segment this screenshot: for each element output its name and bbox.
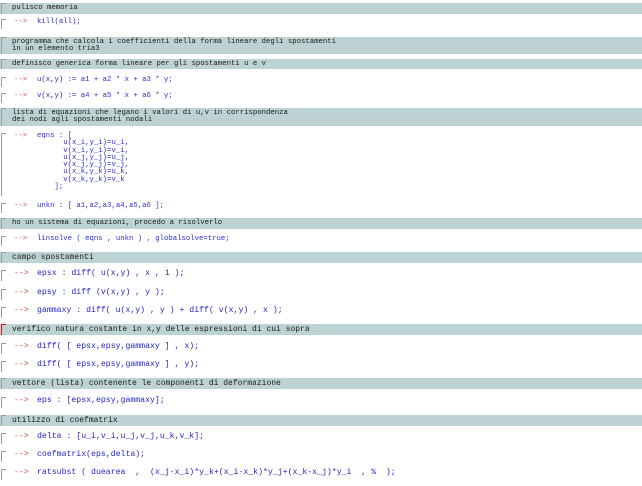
cell-bracket[interactable] [1, 415, 6, 426]
comment-text: definisco generica forma lineare per gli… [12, 60, 266, 68]
input-cell[interactable]: --> kill(all); [0, 18, 642, 29]
text-cell-background: verifico natura costante in x,y delle es… [0, 324, 642, 335]
input-prompt: --> [14, 342, 29, 351]
text-cell-background: lista di equazioni che legano i valori d… [0, 108, 642, 126]
comment-text: campo spostamenti [12, 253, 94, 262]
input-cell[interactable]: --> v(x,y) := a4 + a5 * x + a6 * y; [0, 92, 642, 103]
text-cell[interactable]: vettore (lista) contenente le componenti… [0, 378, 642, 389]
input-cell[interactable]: --> unkn : [ a1,a2,a3,a4,a5,a6 ]; [0, 202, 642, 213]
input-cell[interactable]: --> epsy : diff (v(x,y) , y ); [0, 288, 642, 300]
cell-bracket[interactable] [1, 37, 6, 54]
cell-bracket-active[interactable] [1, 324, 6, 335]
code-input[interactable]: unkn : [ a1,a2,a3,a4,a5,a6 ]; [37, 202, 164, 210]
input-prompt: --> [14, 288, 29, 297]
input-prompt: --> [14, 202, 28, 210]
cell-bracket[interactable] [1, 77, 6, 87]
comment-text: utilizzo di coefmatrix [12, 416, 118, 425]
comment-text: programma che calcola i coefficienti del… [12, 38, 337, 54]
text-cell[interactable]: definisco generica forma lineare per gli… [0, 59, 642, 69]
code-input[interactable]: epsy : diff (v(x,y) , y ); [37, 288, 165, 297]
code-input[interactable]: eqns : [ u(x_i,y_i)=u_i, v(x_i,y_i)=v_i,… [37, 132, 129, 191]
cell-bracket[interactable] [1, 59, 6, 69]
input-cell[interactable]: --> linsolve ( eqns , unkn ) , globalsol… [0, 235, 642, 246]
cell-bracket[interactable] [1, 3, 6, 14]
input-prompt: --> [14, 450, 29, 459]
comment-text: ho un sistema di equazioni, procedo a ri… [12, 219, 223, 227]
text-cell-background: vettore (lista) contenente le componenti… [0, 378, 642, 389]
input-prompt: --> [14, 76, 28, 84]
code-input[interactable]: v(x,y) := a4 + a5 * x + a6 * y; [37, 92, 173, 100]
text-cell[interactable]: pulisco memoria [0, 3, 642, 14]
input-prompt: --> [14, 235, 28, 243]
text-cell-background: ho un sistema di equazioni, procedo a ri… [0, 218, 642, 229]
input-cell[interactable]: --> diff( [ epsx,epsy,gammaxy ] , y); [0, 360, 642, 372]
text-cell[interactable]: verifico natura costante in x,y delle es… [0, 324, 642, 335]
code-input[interactable]: u(x,y) := a1 + a2 * x + a3 * y; [37, 76, 173, 84]
code-input[interactable]: linsolve ( eqns , unkn ) , globalsolve=t… [37, 235, 230, 243]
input-prompt: --> [14, 269, 29, 278]
comment-text: verifico natura costante in x,y delle es… [12, 325, 310, 334]
code-input[interactable]: coefmatrix(eps,delta); [37, 450, 145, 459]
cell-bracket[interactable] [1, 218, 6, 229]
text-cell[interactable]: utilizzo di coefmatrix [0, 415, 642, 426]
input-prompt: --> [14, 132, 28, 140]
input-cell[interactable]: --> diff( [ epsx,epsy,gammaxy ] , x); [0, 342, 642, 354]
cell-bracket[interactable] [1, 343, 6, 354]
cell-bracket[interactable] [1, 451, 6, 462]
code-input[interactable]: eps : [epsx,epsy,gammaxy]; [37, 396, 165, 405]
input-cell[interactable]: --> eps : [epsx,epsy,gammaxy]; [0, 396, 642, 408]
cell-bracket[interactable] [1, 236, 6, 246]
comment-text: lista di equazioni che legano i valori d… [12, 109, 288, 125]
text-cell-background: campo spostamenti [0, 252, 642, 263]
cell-bracket[interactable] [1, 19, 6, 29]
cell-bracket[interactable] [1, 289, 6, 300]
text-cell-background: utilizzo di coefmatrix [0, 415, 642, 426]
input-cell[interactable]: --> gammaxy : diff( u(x,y) , y ) + diff(… [0, 306, 642, 318]
text-cell[interactable]: programma che calcola i coefficienti del… [0, 37, 642, 54]
input-prompt: --> [14, 306, 29, 315]
cell-bracket[interactable] [1, 270, 6, 281]
text-cell[interactable]: ho un sistema di equazioni, procedo a ri… [0, 218, 642, 229]
code-input[interactable]: gammaxy : diff( u(x,y) , y ) + diff( v(x… [37, 306, 283, 315]
cell-bracket[interactable] [1, 203, 6, 213]
input-cell[interactable]: --> u(x,y) := a1 + a2 * x + a3 * y; [0, 76, 642, 87]
cell-bracket[interactable] [1, 252, 6, 263]
text-cell-background: programma che calcola i coefficienti del… [0, 37, 642, 54]
input-prompt: --> [14, 396, 29, 405]
text-cell[interactable]: campo spostamenti [0, 252, 642, 263]
code-input[interactable]: ratsubst ( duearea , (x_j-x_i)*y_k+(x_i-… [37, 468, 396, 477]
text-cell[interactable]: lista di equazioni che legano i valori d… [0, 108, 642, 126]
code-input[interactable]: diff( [ epsx,epsy,gammaxy ] , x); [37, 342, 199, 351]
input-prompt: --> [14, 360, 29, 369]
cell-bracket[interactable] [1, 378, 6, 389]
code-input[interactable]: epsx : diff( u(x,y) , x , 1 ); [37, 269, 184, 278]
input-cell[interactable]: --> coefmatrix(eps,delta); [0, 450, 642, 462]
text-cell-background: pulisco memoria [0, 3, 642, 14]
cell-bracket[interactable] [1, 307, 6, 318]
code-input[interactable]: kill(all); [37, 18, 81, 26]
input-cell[interactable]: --> ratsubst ( duearea , (x_j-x_i)*y_k+(… [0, 468, 642, 480]
text-cell-background: definisco generica forma lineare per gli… [0, 59, 642, 69]
input-cell[interactable]: --> epsx : diff( u(x,y) , x , 1 ); [0, 269, 642, 281]
cell-bracket[interactable] [1, 397, 6, 408]
input-prompt: --> [14, 432, 29, 441]
comment-text: pulisco memoria [12, 4, 78, 12]
cell-bracket[interactable] [1, 93, 6, 103]
cell-bracket[interactable] [1, 469, 6, 480]
cell-bracket[interactable] [1, 108, 6, 126]
cell-bracket[interactable] [1, 133, 6, 196]
cell-bracket[interactable] [1, 361, 6, 372]
code-input[interactable]: diff( [ epsx,epsy,gammaxy ] , y); [37, 360, 199, 369]
code-input[interactable]: delta : [u_i,v_i,u_j,v_j,u_k,v_k]; [37, 432, 204, 441]
input-cell[interactable]: --> delta : [u_i,v_i,u_j,v_j,u_k,v_k]; [0, 432, 642, 444]
input-cell[interactable]: --> eqns : [ u(x_i,y_i)=u_i, v(x_i,y_i)=… [0, 132, 642, 196]
comment-text: vettore (lista) contenente le componenti… [12, 379, 281, 388]
input-prompt: --> [14, 92, 28, 100]
cell-bracket[interactable] [1, 433, 6, 444]
input-prompt: --> [14, 18, 28, 26]
input-prompt: --> [14, 468, 29, 477]
